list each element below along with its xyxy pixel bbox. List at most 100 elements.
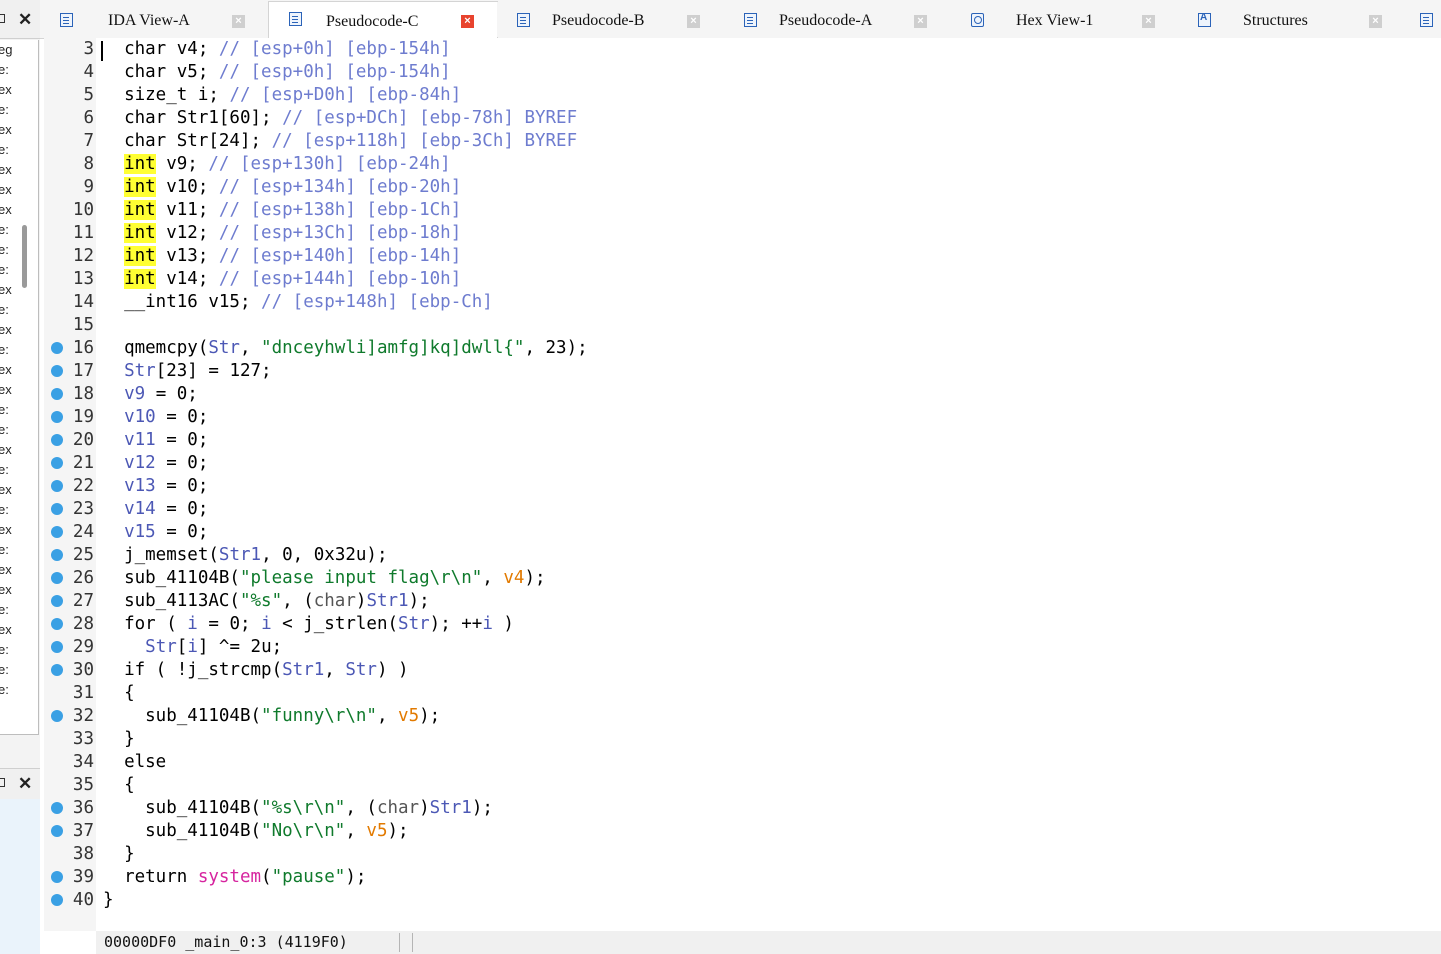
function-list-item[interactable]: ex: [0, 380, 38, 400]
code-text[interactable]: int v9; // [esp+130h] [ebp-24h]: [103, 153, 451, 176]
code-line[interactable]: 20 v11 = 0;: [44, 429, 1441, 452]
code-text[interactable]: }: [103, 889, 114, 912]
code-line[interactable]: 6 char Str1[60]; // [esp+DCh] [ebp-78h] …: [44, 107, 1441, 130]
code-line[interactable]: 17 Str[23] = 127;: [44, 360, 1441, 383]
code-line[interactable]: 36 sub_41104B("%s\r\n", (char)Str1);: [44, 797, 1441, 820]
code-text[interactable]: int v10; // [esp+134h] [ebp-20h]: [103, 176, 461, 199]
code-line[interactable]: 10 int v11; // [esp+138h] [ebp-1Ch]: [44, 199, 1441, 222]
close-icon[interactable]: ✕: [18, 11, 32, 28]
tab-pseudocode-c[interactable]: Pseudocode-C ×: [268, 1, 498, 40]
code-text[interactable]: Str[i] ^= 2u;: [103, 636, 282, 659]
function-list-item[interactable]: e:: [0, 100, 38, 120]
tab-pseudocode-a[interactable]: Pseudocode-A ×: [724, 2, 951, 37]
code-line[interactable]: 31 {: [44, 682, 1441, 705]
code-text[interactable]: v13 = 0;: [103, 475, 208, 498]
function-list-item[interactable]: e:: [0, 140, 38, 160]
code-line[interactable]: 40}: [44, 889, 1441, 912]
code-text[interactable]: {: [103, 682, 135, 705]
code-line[interactable]: 32 sub_41104B("funny\r\n", v5);: [44, 705, 1441, 728]
tab-close-icon[interactable]: ×: [914, 15, 927, 28]
code-line[interactable]: 38 }: [44, 843, 1441, 866]
code-line[interactable]: 8 int v9; // [esp+130h] [ebp-24h]: [44, 153, 1441, 176]
code-text[interactable]: sub_4113AC("%s", (char)Str1);: [103, 590, 430, 613]
function-list-item[interactable]: e:: [0, 240, 38, 260]
code-text[interactable]: v9 = 0;: [103, 383, 198, 406]
code-text[interactable]: {: [103, 774, 135, 797]
function-list-item[interactable]: ex: [0, 620, 38, 640]
code-line[interactable]: 22 v13 = 0;: [44, 475, 1441, 498]
tab-structures[interactable]: Structures ×: [1178, 2, 1405, 37]
function-list-item[interactable]: ex: [0, 120, 38, 140]
code-text[interactable]: int v11; // [esp+138h] [ebp-1Ch]: [103, 199, 461, 222]
function-list-item[interactable]: e:: [0, 60, 38, 80]
code-line[interactable]: 27 sub_4113AC("%s", (char)Str1);: [44, 590, 1441, 613]
tab-close-icon[interactable]: ×: [1369, 15, 1382, 28]
code-line[interactable]: 26 sub_41104B("please input flag\r\n", v…: [44, 567, 1441, 590]
code-text[interactable]: }: [103, 728, 135, 751]
code-line[interactable]: 28 for ( i = 0; i < j_strlen(Str); ++i ): [44, 613, 1441, 636]
code-line[interactable]: 16 qmemcpy(Str, "dnceyhwli]amfg]kq]dwll{…: [44, 337, 1441, 360]
function-list-item[interactable]: ex: [0, 520, 38, 540]
code-line[interactable]: 4 char v5; // [esp+0h] [ebp-154h]: [44, 61, 1441, 84]
tab-overflow[interactable]: [1405, 2, 1441, 37]
function-list-item[interactable]: e:: [0, 400, 38, 420]
function-list-item[interactable]: ex: [0, 360, 38, 380]
code-line[interactable]: 29 Str[i] ^= 2u;: [44, 636, 1441, 659]
pseudocode-editor[interactable]: 3 char v4; // [esp+0h] [ebp-154h] 4 char …: [44, 38, 1441, 931]
function-list-item[interactable]: ex: [0, 200, 38, 220]
function-list-item[interactable]: ex: [0, 180, 38, 200]
function-list-item[interactable]: e:: [0, 460, 38, 480]
function-list-item[interactable]: eg: [0, 40, 38, 60]
function-list-item[interactable]: e:: [0, 340, 38, 360]
code-line[interactable]: 25 j_memset(Str1, 0, 0x32u);: [44, 544, 1441, 567]
code-line[interactable]: 23 v14 = 0;: [44, 498, 1441, 521]
code-text[interactable]: Str[23] = 127;: [103, 360, 272, 383]
code-line[interactable]: 37 sub_41104B("No\r\n", v5);: [44, 820, 1441, 843]
tab-close-icon[interactable]: ×: [461, 15, 474, 28]
code-text[interactable]: v14 = 0;: [103, 498, 208, 521]
tab-close-icon[interactable]: ×: [687, 15, 700, 28]
code-line[interactable]: 15: [44, 314, 1441, 337]
code-line[interactable]: 9 int v10; // [esp+134h] [ebp-20h]: [44, 176, 1441, 199]
code-line[interactable]: 21 v12 = 0;: [44, 452, 1441, 475]
code-text[interactable]: size_t i; // [esp+D0h] [ebp-84h]: [103, 84, 461, 107]
function-list-item[interactable]: e:: [0, 660, 38, 680]
code-text[interactable]: sub_41104B("%s\r\n", (char)Str1);: [103, 797, 493, 820]
function-list-item[interactable]: ex: [0, 440, 38, 460]
code-line[interactable]: 7 char Str[24]; // [esp+118h] [ebp-3Ch] …: [44, 130, 1441, 153]
code-line[interactable]: 39 return system("pause");: [44, 866, 1441, 889]
code-text[interactable]: char Str[24]; // [esp+118h] [ebp-3Ch] BY…: [103, 130, 577, 153]
code-text[interactable]: int v13; // [esp+140h] [ebp-14h]: [103, 245, 461, 268]
code-line[interactable]: 12 int v13; // [esp+140h] [ebp-14h]: [44, 245, 1441, 268]
tab-hex-view-1[interactable]: Hex View-1 ×: [951, 2, 1178, 37]
code-line[interactable]: 13 int v14; // [esp+144h] [ebp-10h]: [44, 268, 1441, 291]
code-text[interactable]: v15 = 0;: [103, 521, 208, 544]
code-text[interactable]: sub_41104B("funny\r\n", v5);: [103, 705, 440, 728]
code-text[interactable]: for ( i = 0; i < j_strlen(Str); ++i ): [103, 613, 514, 636]
function-list[interactable]: ege:exe:exe:exexexe:e:e:exe:exe:exexe:e:…: [0, 40, 39, 735]
code-area[interactable]: 3 char v4; // [esp+0h] [ebp-154h] 4 char …: [44, 38, 1441, 912]
code-text[interactable]: return system("pause");: [103, 866, 366, 889]
left-panel-scrollbar[interactable]: [22, 225, 27, 288]
code-line[interactable]: 33 }: [44, 728, 1441, 751]
code-text[interactable]: char v4; // [esp+0h] [ebp-154h]: [103, 38, 451, 61]
function-list-item[interactable]: e:: [0, 220, 38, 240]
code-text[interactable]: __int16 v15; // [esp+148h] [ebp-Ch]: [103, 291, 493, 314]
code-line[interactable]: 19 v10 = 0;: [44, 406, 1441, 429]
code-text[interactable]: char Str1[60]; // [esp+DCh] [ebp-78h] BY…: [103, 107, 577, 130]
function-list-item[interactable]: ex: [0, 560, 38, 580]
function-list-item[interactable]: e:: [0, 260, 38, 280]
function-list-item[interactable]: ex: [0, 480, 38, 500]
code-line[interactable]: 5 size_t i; // [esp+D0h] [ebp-84h]: [44, 84, 1441, 107]
code-text[interactable]: if ( !j_strcmp(Str1, Str) ): [103, 659, 409, 682]
function-list-item[interactable]: ex: [0, 280, 38, 300]
tab-pseudocode-b[interactable]: Pseudocode-B ×: [497, 2, 724, 37]
code-text[interactable]: int v12; // [esp+13Ch] [ebp-18h]: [103, 222, 461, 245]
code-text[interactable]: v11 = 0;: [103, 429, 208, 452]
function-list-item[interactable]: e:: [0, 640, 38, 660]
code-line[interactable]: 30 if ( !j_strcmp(Str1, Str) ): [44, 659, 1441, 682]
code-line[interactable]: 14 __int16 v15; // [esp+148h] [ebp-Ch]: [44, 291, 1441, 314]
function-list-item[interactable]: ex: [0, 160, 38, 180]
function-list-item[interactable]: ex: [0, 580, 38, 600]
function-list-item[interactable]: ex: [0, 80, 38, 100]
